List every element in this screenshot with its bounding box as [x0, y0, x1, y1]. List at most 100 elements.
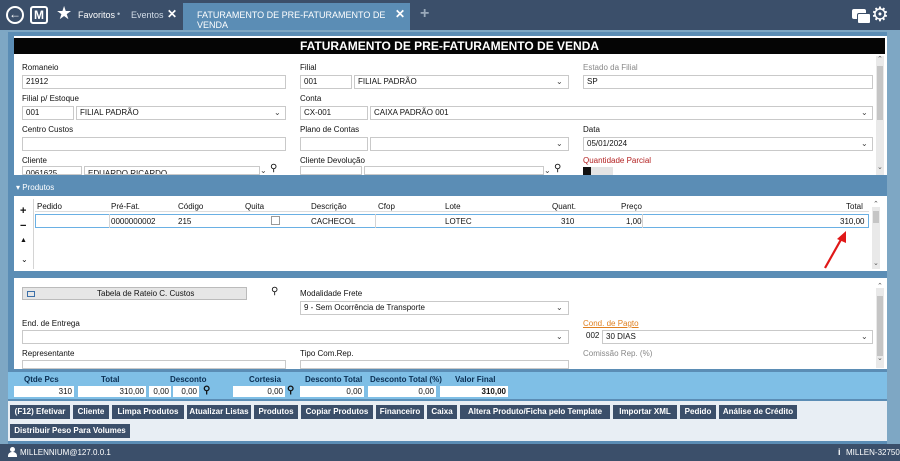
tab-faturamento-close-icon[interactable]: ✕	[395, 7, 405, 21]
header-scroll-thumb[interactable]	[877, 66, 883, 120]
favorites-caret-icon[interactable]: •	[117, 9, 120, 19]
move-down-icon[interactable]: ⌄	[21, 255, 28, 264]
cortesia-value[interactable]: 0,00	[233, 386, 285, 397]
header-scrollbar[interactable]	[876, 56, 884, 175]
distribuir-peso-button[interactable]: Distribuir Peso Para Volumes	[10, 424, 130, 438]
scroll-up-icon[interactable]: ⌃	[873, 200, 879, 208]
move-up-icon[interactable]: ▲	[20, 237, 27, 244]
remove-row-icon[interactable]: −	[20, 220, 26, 232]
search-icon[interactable]: ⚲	[554, 163, 561, 174]
chevron-down-icon[interactable]: ⌄	[861, 139, 868, 148]
add-row-icon[interactable]: +	[20, 205, 26, 217]
endereco-entrega-select[interactable]	[22, 330, 569, 344]
plano-contas-select[interactable]	[370, 137, 569, 151]
estado-filial-input[interactable]: SP	[583, 75, 873, 89]
copiar-produtos-button[interactable]: Copiar Produtos	[301, 405, 373, 419]
grid-scroll-thumb[interactable]	[873, 211, 879, 223]
financeiro-button[interactable]: Financeiro	[376, 405, 424, 419]
scroll-up-icon[interactable]: ⌃	[877, 282, 883, 290]
add-tab-icon[interactable]: +	[420, 5, 429, 23]
altera-produto-button[interactable]: Altera Produto/Ficha pelo Template	[460, 405, 610, 419]
col-pedido[interactable]: Pedido	[37, 202, 62, 211]
analise-credito-button[interactable]: Análise de Crédito	[719, 405, 797, 419]
favorites-menu[interactable]: Favoritos	[78, 10, 115, 20]
col-quita[interactable]: Quita	[245, 202, 264, 211]
scroll-down-icon[interactable]: ⌄	[877, 354, 883, 362]
cliente-devolucao-code-input[interactable]	[300, 166, 362, 175]
produtos-button[interactable]: Produtos	[254, 405, 298, 419]
modalidade-frete-select[interactable]: 9 - Sem Ocorrência de Transporte	[300, 301, 569, 315]
importar-xml-button[interactable]: Importar XML	[613, 405, 677, 419]
search-icon[interactable]: ⚲	[270, 163, 277, 174]
desconto-value-1[interactable]: 0,00	[149, 386, 171, 397]
representante-input[interactable]	[22, 360, 286, 369]
lower-scroll-thumb[interactable]	[877, 296, 883, 356]
gear-icon[interactable]: ⚙	[871, 2, 889, 27]
cond-pagto-label[interactable]: Cond. de Pagto	[583, 319, 639, 328]
cell-descricao[interactable]: CACHECOL	[311, 217, 355, 226]
search-icon[interactable]: ⚲	[287, 385, 294, 396]
cell-codigo[interactable]: 215	[178, 217, 191, 226]
tab-eventos-close-icon[interactable]: ✕	[167, 7, 177, 21]
chevron-down-icon[interactable]: ⌄	[544, 166, 551, 175]
chat-icon[interactable]	[852, 9, 871, 24]
cliente-devolucao-name-input[interactable]	[364, 166, 544, 175]
cliente-name-input[interactable]: EDUARDO RICARDO	[84, 166, 260, 175]
chevron-down-icon[interactable]: ⌄	[556, 139, 563, 148]
col-lote[interactable]: Lote	[445, 202, 461, 211]
limpa-produtos-button[interactable]: Limpa Produtos	[112, 405, 184, 419]
col-descricao[interactable]: Descrição	[311, 202, 347, 211]
atualizar-listas-button[interactable]: Atualizar Listas	[187, 405, 251, 419]
cell-prefat[interactable]: 0000000002	[111, 217, 156, 226]
quita-checkbox[interactable]	[271, 216, 280, 225]
conta-name-select[interactable]: CAIXA PADRÃO 001	[370, 106, 873, 120]
cliente-code-input[interactable]: 0061625	[22, 166, 82, 175]
scroll-down-icon[interactable]: ⌄	[873, 259, 879, 267]
col-quant[interactable]: Quant.	[552, 202, 576, 211]
cond-pagto-code[interactable]: 002	[583, 330, 601, 344]
chevron-down-icon[interactable]: ⌄	[556, 332, 563, 341]
filial-code-input[interactable]: 001	[300, 75, 352, 89]
plano-contas-code-input[interactable]	[300, 137, 368, 151]
col-preco[interactable]: Preço	[621, 202, 642, 211]
back-icon[interactable]: ←	[6, 6, 24, 24]
millennium-logo-icon[interactable]: M	[30, 6, 48, 24]
chevron-down-icon[interactable]: ⌄	[274, 108, 281, 117]
chevron-down-icon[interactable]: ⌄	[556, 303, 563, 312]
filial-estoque-name-select[interactable]: FILIAL PADRÃO	[76, 106, 286, 120]
centro-custos-input[interactable]	[22, 137, 286, 151]
filial-estoque-code-input[interactable]: 001	[22, 106, 74, 120]
quantidade-parcial-toggle[interactable]	[583, 167, 613, 175]
chevron-down-icon[interactable]: ⌄	[260, 166, 267, 175]
cond-pagto-select[interactable]: 30 DIAS	[602, 330, 873, 344]
produtos-section-header[interactable]: ▾ Produtos	[8, 182, 887, 194]
tab-eventos[interactable]: Eventos	[131, 10, 164, 20]
conta-code-input[interactable]: CX-001	[300, 106, 368, 120]
caixa-button[interactable]: Caixa	[427, 405, 457, 419]
cell-lote[interactable]: LOTEC	[445, 217, 472, 226]
rateio-button[interactable]: Tabela de Rateio C. Custos	[22, 287, 247, 300]
chevron-down-icon[interactable]: ⌄	[861, 332, 868, 341]
pedido-button[interactable]: Pedido	[680, 405, 716, 419]
chevron-down-icon[interactable]: ⌄	[556, 77, 563, 86]
search-icon[interactable]: ⚲	[203, 385, 210, 396]
cell-quant[interactable]: 310	[561, 217, 574, 226]
cliente-button[interactable]: Cliente	[73, 405, 109, 419]
chevron-down-icon[interactable]: ⌄	[861, 108, 868, 117]
scroll-down-icon[interactable]: ⌄	[877, 163, 883, 171]
tab-faturamento[interactable]: FATURAMENTO DE PRE-FATURAMENTO DE VENDA …	[183, 3, 410, 30]
col-prefat[interactable]: Pré-Fat.	[111, 202, 140, 211]
cell-total[interactable]: 310,00	[840, 217, 864, 226]
tipo-com-rep-select[interactable]	[300, 360, 569, 369]
search-icon[interactable]: ⚲	[271, 286, 278, 297]
col-codigo[interactable]: Código	[178, 202, 203, 211]
filial-name-select[interactable]: FILIAL PADRÃO	[354, 75, 569, 89]
desconto-value-2[interactable]: 0,00	[173, 386, 199, 397]
efetivar-button[interactable]: (F12) Efetivar	[10, 405, 70, 419]
romaneio-input[interactable]: 21912	[22, 75, 286, 89]
col-cfop[interactable]: Cfop	[378, 202, 395, 211]
cell-preco[interactable]: 1,00	[626, 217, 642, 226]
scroll-up-icon[interactable]: ⌃	[877, 55, 883, 63]
star-icon[interactable]: ★	[56, 3, 72, 24]
col-total[interactable]: Total	[846, 202, 863, 211]
